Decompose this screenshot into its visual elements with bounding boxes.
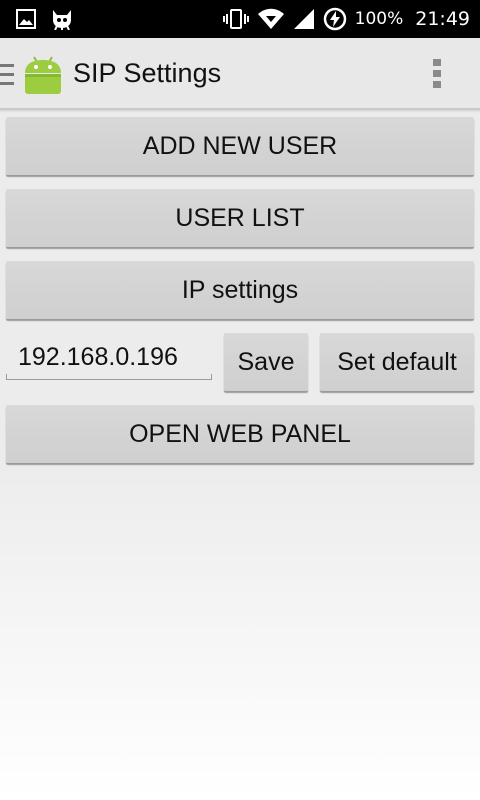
add-new-user-button[interactable]: ADD NEW USER [6, 117, 474, 175]
vibrate-icon [222, 9, 249, 29]
signal-icon [293, 8, 315, 30]
status-right-icons: 100% 21:49 [222, 7, 480, 31]
input-underline-right-cap [211, 374, 212, 380]
cat-icon [50, 8, 74, 30]
ip-address-input[interactable] [6, 336, 212, 380]
drawer-menu-icon[interactable] [0, 62, 14, 88]
open-web-panel-button[interactable]: OPEN WEB PANEL [6, 405, 474, 463]
battery-percent: 100% [354, 9, 404, 29]
save-button[interactable]: Save [224, 333, 308, 391]
charging-battery-icon [323, 7, 347, 31]
android-app-icon[interactable] [22, 53, 64, 95]
clock: 21:49 [415, 8, 470, 30]
status-bar: 100% 21:49 [0, 0, 480, 38]
action-bar: SIP Settings [0, 38, 480, 110]
overflow-menu-icon[interactable] [431, 58, 443, 90]
image-icon [16, 9, 36, 29]
ip-settings-button[interactable]: IP settings [6, 261, 474, 319]
user-list-button[interactable]: USER LIST [6, 189, 474, 247]
status-left-icons [0, 8, 74, 30]
wifi-icon [257, 8, 285, 30]
input-underline-left-cap [6, 374, 7, 380]
page-title: SIP Settings [73, 58, 222, 88]
set-default-button[interactable]: Set default [320, 333, 474, 391]
